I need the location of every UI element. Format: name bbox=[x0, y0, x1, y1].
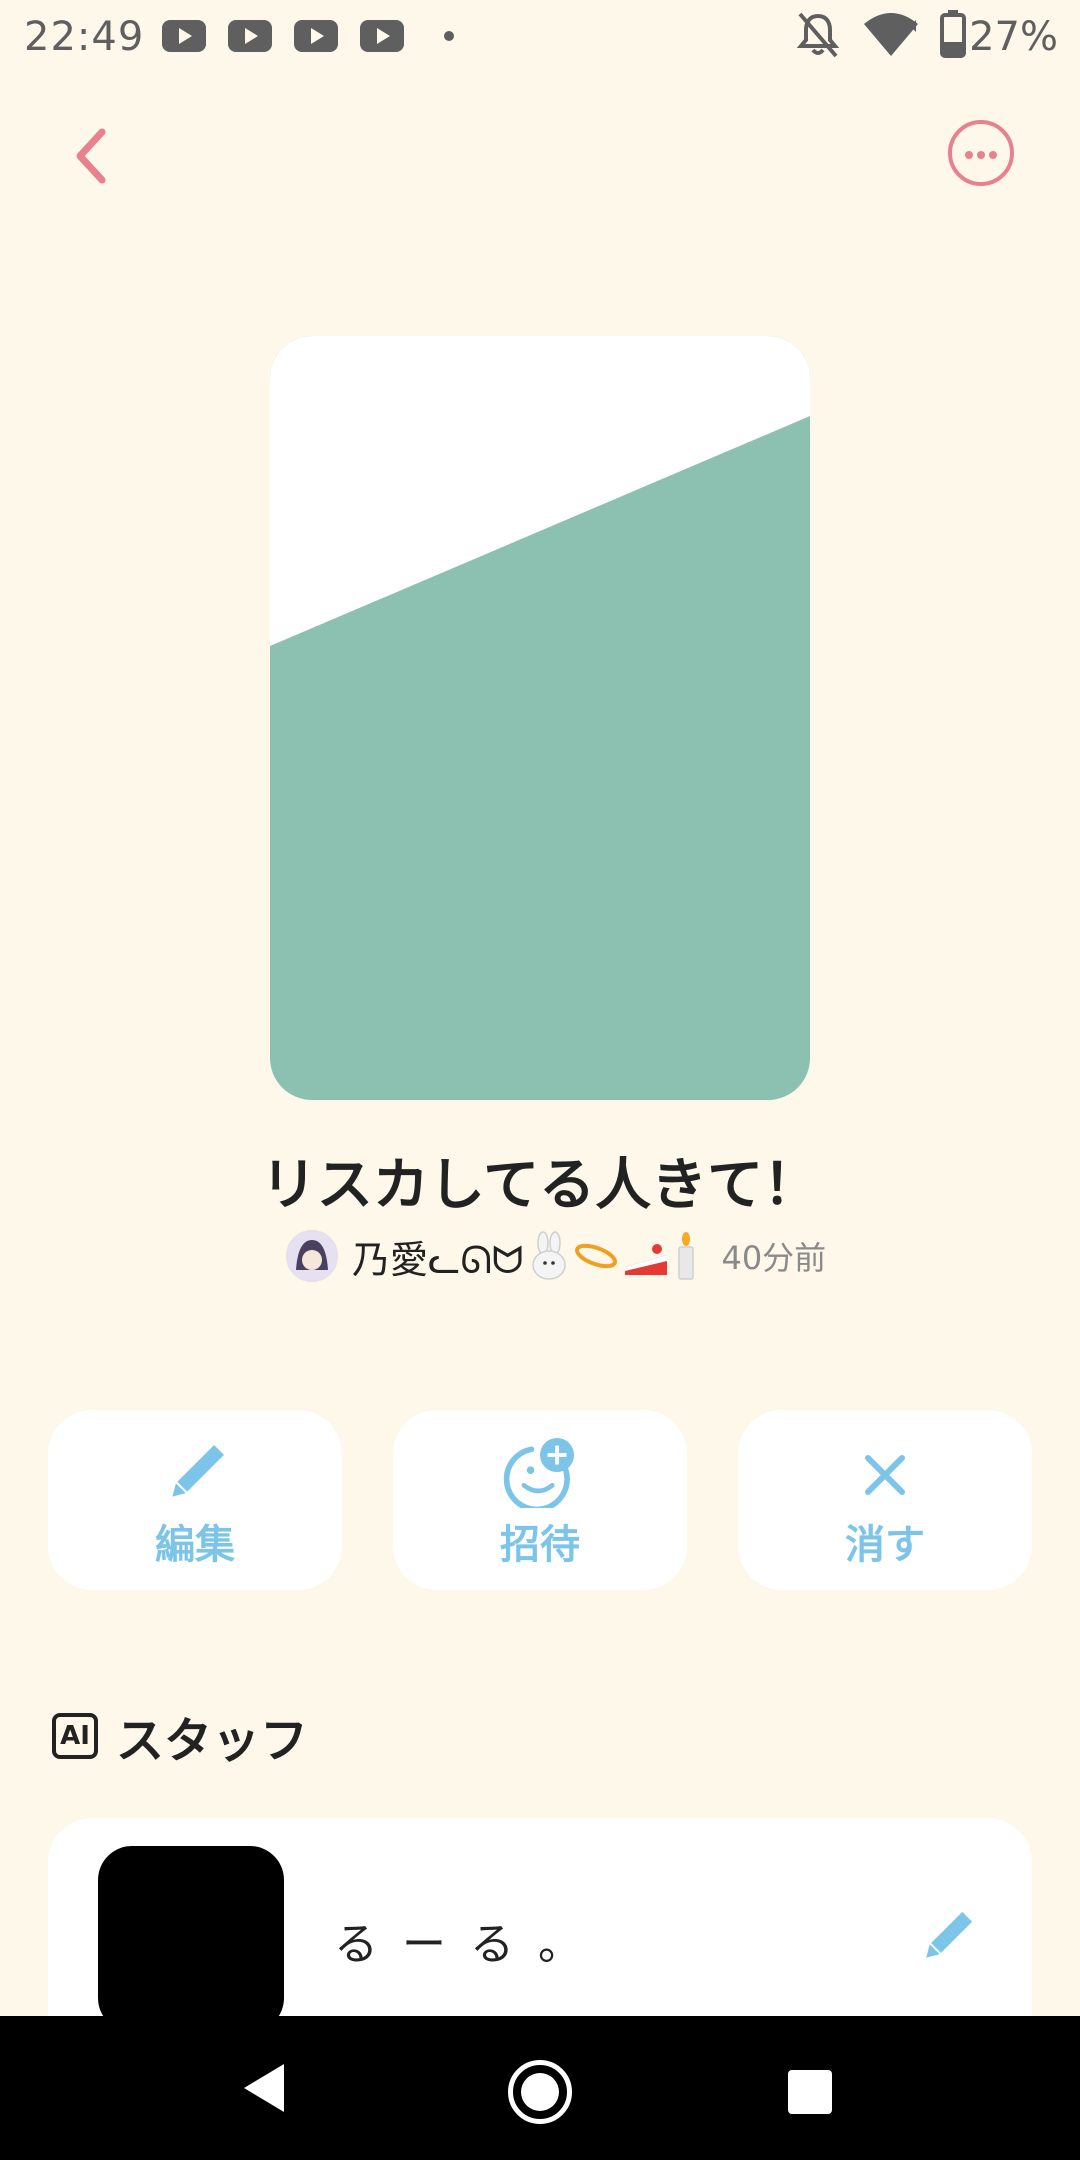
close-icon bbox=[865, 1455, 905, 1495]
more-horizontal-icon bbox=[965, 151, 973, 159]
invite-smile-plus-icon bbox=[503, 1438, 575, 1508]
candle-icon bbox=[678, 1232, 695, 1280]
more-notifications-dot-icon bbox=[444, 31, 454, 41]
ai-badge-icon: AI bbox=[52, 1713, 98, 1759]
author-avatar[interactable] bbox=[286, 1230, 338, 1282]
staff-section-title: スタッフ bbox=[116, 1713, 309, 1769]
delete-button[interactable]: 消す bbox=[738, 1410, 1032, 1590]
staff-section-header: AI スタッフ bbox=[52, 1706, 308, 1769]
rabbit-icon bbox=[532, 1231, 567, 1280]
youtube-icon bbox=[228, 20, 272, 52]
battery-icon bbox=[940, 10, 966, 58]
youtube-icon bbox=[360, 20, 404, 52]
nav-recents-icon[interactable] bbox=[788, 2070, 832, 2114]
youtube-icon bbox=[162, 20, 206, 52]
pencil-icon bbox=[172, 1445, 224, 1497]
post-time: 40分前 bbox=[721, 1239, 827, 1277]
halo-icon bbox=[575, 1243, 618, 1269]
system-navigation-bar bbox=[0, 2016, 1080, 2160]
author-row[interactable]: 乃愛ᓚᘏᗢ 40分前 bbox=[286, 1228, 826, 1284]
nav-back-icon[interactable] bbox=[240, 2060, 288, 2116]
invite-label: 招待 bbox=[500, 1522, 580, 1568]
back-button[interactable] bbox=[60, 120, 130, 190]
invite-button[interactable]: 招待 bbox=[393, 1410, 687, 1590]
chevron-left-icon bbox=[76, 128, 106, 184]
more-options-button[interactable] bbox=[948, 120, 1014, 186]
delete-label: 消す bbox=[845, 1522, 925, 1568]
wifi-icon bbox=[864, 13, 918, 56]
status-time: 22:49 bbox=[24, 14, 145, 60]
status-bar: 22:49 27% bbox=[0, 0, 1080, 72]
author-name[interactable]: 乃愛ᓚᘏᗢ bbox=[352, 1229, 523, 1284]
edit-button[interactable]: 編集 bbox=[48, 1410, 342, 1590]
edit-label: 編集 bbox=[155, 1522, 235, 1568]
nav-home-icon[interactable] bbox=[508, 2060, 572, 2124]
staff-name: るーる。 bbox=[334, 1919, 606, 1970]
notifications-off-icon bbox=[796, 12, 840, 58]
pencil-icon[interactable] bbox=[914, 1906, 978, 1970]
staff-avatar[interactable] bbox=[98, 1846, 284, 2032]
room-cover-image[interactable] bbox=[270, 336, 810, 1100]
battery-percent: 27% bbox=[969, 14, 1058, 60]
room-title: リスカしてる人きて！ bbox=[260, 1153, 820, 1218]
cake-icon bbox=[625, 1244, 668, 1275]
youtube-icon bbox=[294, 20, 338, 52]
